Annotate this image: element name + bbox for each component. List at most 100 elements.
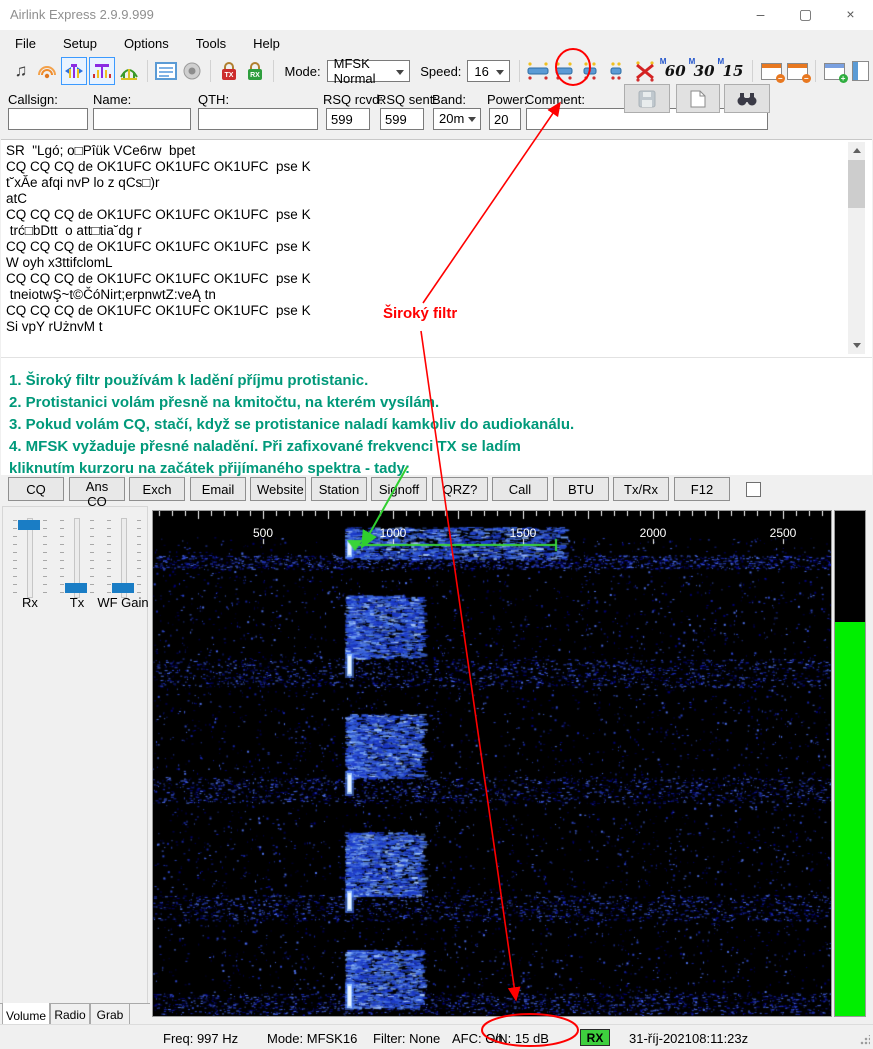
tx-slider-thumb[interactable] [65,583,87,593]
callsign-field[interactable] [8,108,88,130]
name-field[interactable] [93,108,191,130]
macro-f12-button[interactable]: F12 [674,477,730,501]
minimize-button[interactable]: – [738,0,783,30]
freq-scale-label: 2500 [770,526,797,540]
slider-ticks [137,520,141,594]
toolbar-separator [147,60,148,82]
close-button[interactable]: × [828,0,873,30]
sound-notes-icon[interactable]: ♫ [9,58,33,84]
menu-tools[interactable]: Tools [184,32,238,55]
record-dot-icon[interactable] [180,58,204,84]
mode-combobox[interactable]: MFSK Normal [327,60,411,82]
callsign-label: Callsign: [8,92,58,107]
filter-medium-icon[interactable] [552,58,576,84]
macro-m-mark: M [718,57,725,66]
macro-station-button[interactable]: Station [311,477,367,501]
status-mode: Mode: MFSK16 [267,1031,357,1046]
rx-tuning-icon[interactable] [61,57,87,85]
wfgain-slider-label: WF Gain [95,595,151,610]
slider-ticks [13,520,17,594]
menu-help[interactable]: Help [241,32,292,55]
svg-text:RX: RX [250,72,260,79]
toolbar: ♫ TX RX Mode: MFSK Normal Speed: 16 M [0,56,873,86]
status-freq: Freq: 997 Hz [163,1031,238,1046]
timer-15-button[interactable]: M15 [719,62,748,80]
minimize-tx-window-icon[interactable]: − [785,58,809,84]
toolbar-separator [519,60,520,82]
slider-ticks [90,520,94,594]
tx-tuning-icon[interactable] [89,57,115,85]
svg-text:TX: TX [224,72,233,79]
maximize-button[interactable]: ▢ [783,0,828,30]
macro-txrx-button[interactable]: Tx/Rx [613,477,669,501]
filter-narrow-icon[interactable] [578,58,602,84]
menu-setup[interactable]: Setup [51,32,109,55]
waterfall-panel[interactable]: 500 1000 1500 2000 2500 [152,510,832,1017]
macro-signoff-button[interactable]: Signoff [371,477,427,501]
rx-lock-icon[interactable]: RX [243,58,267,84]
spectrum-icon[interactable] [117,58,141,84]
slider-ticks [60,520,64,594]
add-window-icon[interactable]: + [822,58,846,84]
signal-meter-fill [835,622,865,1016]
tx-lock-icon[interactable]: TX [217,58,241,84]
waterfall-display[interactable] [153,511,831,1016]
macro-auto-checkbox[interactable] [746,482,761,497]
minimize-rx-window-icon[interactable]: − [759,58,783,84]
freq-scale-label: 1000 [380,526,407,540]
filter-off-icon[interactable] [633,58,657,84]
rx-slider-track[interactable] [27,518,33,598]
macro-btu-button[interactable]: BTU [553,477,609,501]
title-bar: Airlink Express 2.9.9.999 – ▢ × [0,0,873,30]
binoculars-icon [737,91,757,107]
wfgain-slider-thumb[interactable] [112,583,134,593]
speed-label: Speed: [420,64,461,79]
new-qso-button[interactable] [676,84,720,113]
rsq-sent-label: RSQ sent: [377,92,437,107]
power-field[interactable] [489,108,521,130]
search-log-button[interactable] [724,84,770,113]
rx-scrollbar[interactable] [848,142,865,354]
name-label: Name: [93,92,131,107]
rx-slider-thumb[interactable] [18,520,40,530]
toolbar-separator [210,60,211,82]
macro-exch-button[interactable]: Exch [129,477,185,501]
rx-pane: SR "Lgó; o□Pîük VCe6rw bpet CQ CQ CQ de … [1,139,872,357]
menu-file[interactable]: File [3,32,48,55]
macro-website-button[interactable]: Website [250,477,306,501]
filter-wide-icon[interactable] [526,58,550,84]
band-combobox[interactable]: 20m [433,108,481,130]
power-label: Power: [487,92,527,107]
scrollbar-thumb[interactable] [848,160,865,208]
rf-antenna-icon[interactable] [35,58,59,84]
logbook-icon[interactable] [848,58,872,84]
macro-cq-button[interactable]: CQ [8,477,64,501]
timer-30-button[interactable]: M30 [690,62,719,80]
rsq-sent-field[interactable] [380,108,424,130]
floppy-icon [638,90,656,108]
resize-grip[interactable] [860,1035,870,1045]
tx-pane: 1. Široký filtr používám k ladění příjmu… [1,357,872,475]
scroll-down-icon[interactable] [848,337,865,354]
rsq-rcvd-field[interactable] [326,108,370,130]
macro-qrz-button[interactable]: QRZ? [432,477,488,501]
annotation-wide-filter-label: Široký filtr [383,305,457,322]
tx-slider-label: Tx [62,595,92,610]
scroll-up-icon[interactable] [848,142,865,159]
freq-scale-label: 2000 [640,526,667,540]
blank-page-icon [690,90,706,108]
qth-field[interactable] [198,108,318,130]
menu-options[interactable]: Options [112,32,181,55]
speed-combobox[interactable]: 16 [467,60,510,82]
macro-email-button[interactable]: Email [190,477,246,501]
macro-m-mark: M [689,57,696,66]
save-qso-button[interactable] [624,84,670,113]
log-window-icon[interactable] [154,58,178,84]
macro-call-button[interactable]: Call [492,477,548,501]
mode-label: Mode: [284,64,320,79]
status-filter: Filter: None [373,1031,440,1046]
timer-60-button[interactable]: M60 [661,62,690,80]
macro-ans-cq-button[interactable]: Ans CQ [69,477,125,501]
filter-narrowest-icon[interactable] [604,58,628,84]
tx-instructions[interactable]: 1. Široký filtr používám k ladění příjmu… [9,370,574,480]
